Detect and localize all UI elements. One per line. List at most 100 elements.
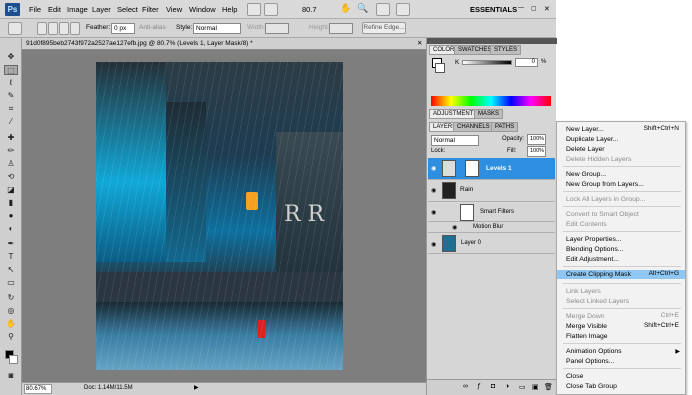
layer-row-levels[interactable]: ◉ Levels 1 [428,158,555,180]
healing-brush-tool-icon[interactable]: ✚ [4,133,18,143]
layer-row-layer-0[interactable]: ◉ Layer 0 [428,234,555,254]
pen-tool-icon[interactable]: ✒ [4,239,18,249]
hand-tool-icon[interactable]: ✋ [340,3,351,14]
zoom-readout[interactable]: 80.7 [302,5,317,14]
lasso-tool-icon[interactable]: ℓ [4,78,18,88]
width-input[interactable] [265,23,289,34]
move-tool-icon[interactable]: ✥ [4,52,18,62]
eyedropper-tool-icon[interactable]: ⁄ [4,117,18,127]
hand-tool-icon[interactable]: ✋ [4,319,18,329]
menu-item-panel-options[interactable]: Panel Options... [566,357,614,366]
quick-mask-icon[interactable]: ◙ [4,371,18,381]
layer-row-smart-filters[interactable]: ◉ Smart Filters [428,202,555,222]
tab-channels[interactable]: CHANNELS [453,122,494,132]
visibility-eye-icon[interactable]: ◉ [431,165,438,172]
antialias-checkbox[interactable]: Anti-alias [139,24,166,31]
new-adjustment-icon[interactable]: ◑ [505,383,509,390]
menu-item-blending-options[interactable]: Blending Options... [566,245,623,254]
eraser-tool-icon[interactable]: ◪ [4,185,18,195]
layer-name[interactable]: Rain [460,186,473,193]
clone-stamp-tool-icon[interactable]: ♙ [4,159,18,169]
k-value[interactable]: 0 [515,58,538,67]
menu-select[interactable]: Select [117,5,138,14]
new-layer-icon[interactable]: ▣ [532,383,539,391]
add-style-icon[interactable]: ƒ [477,383,481,390]
menu-item-new-group[interactable]: New Group... [566,170,606,179]
menu-item-merge-visible[interactable]: Merge Visible [566,322,607,331]
layer-row-rain[interactable]: ◉ Rain [428,180,555,202]
brush-tool-icon[interactable]: ✏ [4,146,18,156]
minimize-button[interactable]: — [518,5,524,11]
color-spectrum[interactable] [431,96,551,106]
new-selection-icon[interactable] [37,22,47,35]
launch-bridge-icon[interactable] [247,3,261,16]
subtract-selection-icon[interactable] [59,22,69,35]
menu-item-select-linked[interactable]: Select Linked Layers [566,297,629,306]
view-extras-icon[interactable] [264,3,278,16]
menu-item-duplicate-layer[interactable]: Duplicate Layer... [566,135,619,144]
shape-tool-icon[interactable]: ▭ [4,278,18,288]
feather-input[interactable]: 0 px [111,23,135,34]
menu-item-convert-smart-object[interactable]: Convert to Smart Object [566,210,639,219]
fill-input[interactable]: 100% [527,146,546,157]
menu-layer[interactable]: Layer [92,5,111,14]
height-input[interactable] [329,23,353,34]
style-select[interactable]: Normal [193,23,241,34]
add-mask-icon[interactable]: ◘ [491,383,495,390]
visibility-eye-icon[interactable]: ◉ [452,224,459,231]
marquee-preset-icon[interactable] [8,22,22,35]
tab-masks[interactable]: MASKS [474,109,504,119]
arrange-documents-icon[interactable] [376,3,390,16]
background-color-swatch[interactable] [9,355,18,364]
visibility-eye-icon[interactable]: ◉ [431,241,438,248]
dodge-tool-icon[interactable]: ◐ [4,224,18,234]
menu-item-new-layer[interactable]: New Layer... [566,125,604,134]
tab-paths[interactable]: PATHS [491,122,519,132]
menu-window[interactable]: Window [189,5,216,14]
status-zoom[interactable]: 80.67% [24,384,52,394]
menu-item-link-layers[interactable]: Link Layers [566,287,601,296]
color-bg-swatch[interactable] [435,63,445,73]
menu-help[interactable]: Help [222,5,237,14]
tab-styles[interactable]: STYLES [490,45,522,55]
menu-item-animation-options[interactable]: Animation Options [566,347,622,356]
intersect-selection-icon[interactable] [70,22,80,35]
path-selection-tool-icon[interactable]: ↖ [4,265,18,275]
menu-item-lock-all-layers[interactable]: Lock All Layers in Group... [566,195,645,204]
menu-image[interactable]: Image [67,5,88,14]
layer-name[interactable]: Layer 0 [461,240,481,246]
layer-name[interactable]: Smart Filters [480,209,514,215]
menu-item-delete-hidden[interactable]: Delete Hidden Layers [566,155,631,164]
3d-orbit-tool-icon[interactable]: ◎ [4,306,18,316]
zoom-tool-icon[interactable]: 🔍 [357,3,368,14]
menu-item-flatten-image[interactable]: Flatten Image [566,332,608,341]
gradient-tool-icon[interactable]: ▮ [4,198,18,208]
new-group-icon[interactable]: ▭ [519,383,526,391]
menu-file[interactable]: File [29,5,41,14]
link-layers-icon[interactable]: ∞ [463,383,468,390]
status-menu-arrow[interactable]: ▶ [194,384,199,391]
zoom-tool-icon[interactable]: ⚲ [4,332,18,342]
menu-item-edit-adjustment[interactable]: Edit Adjustment... [566,255,619,264]
layer-name[interactable]: Levels 1 [486,165,512,172]
document-tab[interactable]: 91d0f895beb2743f972a2527ae127efb.jpg @ 8… [22,38,426,50]
menu-item-edit-contents[interactable]: Edit Contents [566,220,607,229]
layer-row-motion-blur[interactable]: ◉ Motion Blur [428,222,555,233]
layer-name[interactable]: Motion Blur [473,224,503,230]
layer-mask-thumbnail[interactable] [465,160,479,177]
k-slider[interactable] [462,60,512,65]
delete-layer-icon[interactable]: 🗑 [544,383,553,391]
image-canvas[interactable]: R R [96,62,343,370]
menu-item-close[interactable]: Close [566,372,583,381]
menu-item-merge-down[interactable]: Merge Down [566,312,605,321]
visibility-eye-icon[interactable]: ◉ [431,187,438,194]
blend-mode-select[interactable]: Normal [431,135,479,146]
history-brush-tool-icon[interactable]: ⟲ [4,172,18,182]
menu-item-new-group-from-layers[interactable]: New Group from Layers... [566,180,644,189]
add-selection-icon[interactable] [48,22,58,35]
opacity-input[interactable]: 100% [527,134,546,145]
crop-tool-icon[interactable]: ⌗ [4,104,18,114]
workspace-switcher[interactable]: ESSENTIALS [470,5,517,14]
menu-item-close-tab-group[interactable]: Close Tab Group [566,382,617,391]
refine-edge-button[interactable]: Refine Edge... [362,22,406,34]
